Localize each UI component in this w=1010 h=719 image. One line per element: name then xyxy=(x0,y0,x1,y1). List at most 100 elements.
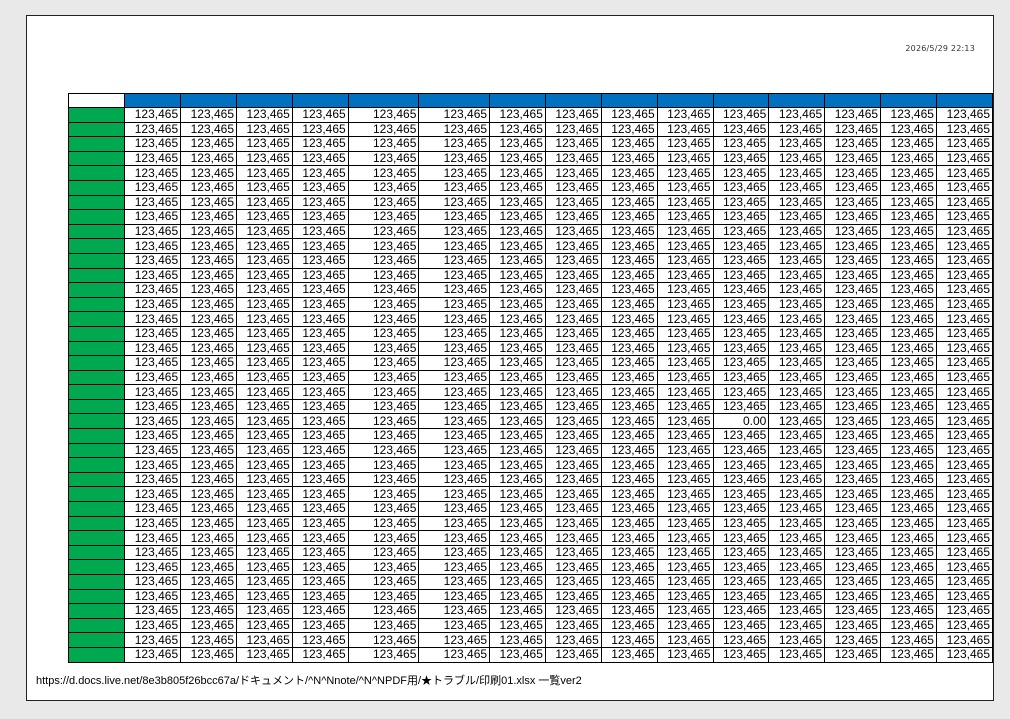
table-cell[interactable]: 123,465 xyxy=(768,282,826,298)
table-cell[interactable]: 123,465 xyxy=(347,530,420,546)
table-cell[interactable]: 123,465 xyxy=(124,501,182,517)
table-cell[interactable]: 123,465 xyxy=(768,501,826,517)
table-cell[interactable]: 123,465 xyxy=(712,179,770,196)
table-cell[interactable]: 123,465 xyxy=(935,238,994,254)
table-cell[interactable]: 123,465 xyxy=(600,646,658,663)
table-cell[interactable]: 123,465 xyxy=(236,325,293,342)
table-cell[interactable]: 123,465 xyxy=(656,282,714,298)
table-cell[interactable]: 123,465 xyxy=(347,311,420,327)
table-cell[interactable]: 123,465 xyxy=(347,646,420,663)
table-cell[interactable]: 123,465 xyxy=(124,209,182,225)
table-cell[interactable]: 123,465 xyxy=(544,574,602,590)
table-cell[interactable]: 123,465 xyxy=(544,384,602,400)
table-cell[interactable]: 123,465 xyxy=(768,457,826,473)
table-cell[interactable]: 123,465 xyxy=(935,223,994,240)
table-cell[interactable]: 123,465 xyxy=(489,530,546,546)
table-cell[interactable]: 123,465 xyxy=(291,442,349,459)
table-cell[interactable]: 123,465 xyxy=(291,588,349,605)
table-cell[interactable]: 123,465 xyxy=(291,121,349,138)
table-cell[interactable]: 123,465 xyxy=(236,428,293,444)
table-cell[interactable]: 123,465 xyxy=(600,530,658,546)
table-cell[interactable]: 123,465 xyxy=(824,107,882,123)
table-cell[interactable]: 123,465 xyxy=(656,457,714,473)
table-cell[interactable]: 123,465 xyxy=(880,398,937,415)
table-cell[interactable]: 123,465 xyxy=(824,223,882,240)
table-cell[interactable]: 123,465 xyxy=(124,296,182,313)
table-cell[interactable]: 123,465 xyxy=(768,442,826,459)
table-cell[interactable]: 123,465 xyxy=(489,282,546,298)
table-cell[interactable]: 123,465 xyxy=(236,194,293,211)
table-cell[interactable]: 123,465 xyxy=(236,282,293,298)
table-cell[interactable]: 123,465 xyxy=(236,588,293,605)
table-cell[interactable]: 123,465 xyxy=(347,501,420,517)
table-cell[interactable]: 123,465 xyxy=(656,603,714,619)
table-cell[interactable]: 123,465 xyxy=(600,384,658,400)
table-cell[interactable]: 123,465 xyxy=(768,486,826,503)
table-cell[interactable]: 123,465 xyxy=(712,150,770,167)
table-cell[interactable]: 123,465 xyxy=(880,121,937,138)
table-cell[interactable]: 123,465 xyxy=(880,223,937,240)
table-cell[interactable]: 123,465 xyxy=(347,282,420,298)
table-cell[interactable]: 123,465 xyxy=(824,209,882,225)
table-cell[interactable]: 123,465 xyxy=(712,340,770,357)
table-cell[interactable]: 123,465 xyxy=(418,559,491,575)
table-cell[interactable]: 123,465 xyxy=(768,209,826,225)
table-cell[interactable]: 123,465 xyxy=(880,544,937,561)
table-cell[interactable]: 123,465 xyxy=(291,282,349,298)
table-cell[interactable]: 123,465 xyxy=(291,632,349,648)
table-cell[interactable]: 123,465 xyxy=(489,136,546,152)
table-cell[interactable]: 123,465 xyxy=(418,442,491,459)
table-cell[interactable]: 123,465 xyxy=(880,311,937,327)
table-cell[interactable]: 123,465 xyxy=(656,165,714,181)
table-cell[interactable]: 123,465 xyxy=(180,413,237,430)
table-cell[interactable]: 123,465 xyxy=(600,121,658,138)
table-cell[interactable]: 123,465 xyxy=(544,588,602,605)
table-cell[interactable]: 123,465 xyxy=(489,311,546,327)
table-cell[interactable]: 123,465 xyxy=(656,486,714,503)
table-cell[interactable]: 123,465 xyxy=(600,588,658,605)
table-cell[interactable]: 123,465 xyxy=(489,150,546,167)
table-cell[interactable]: 123,465 xyxy=(600,442,658,459)
table-cell[interactable]: 123,465 xyxy=(600,267,658,284)
table-cell[interactable]: 123,465 xyxy=(935,559,994,575)
table-cell[interactable]: 123,465 xyxy=(291,238,349,254)
table-cell[interactable]: 123,465 xyxy=(544,515,602,532)
table-cell[interactable]: 123,465 xyxy=(347,136,420,152)
table-cell[interactable]: 123,465 xyxy=(236,267,293,284)
table-cell[interactable]: 123,465 xyxy=(418,515,491,532)
table-cell[interactable]: 123,465 xyxy=(880,340,937,357)
table-cell[interactable]: 123,465 xyxy=(418,632,491,648)
table-cell[interactable]: 123,465 xyxy=(712,428,770,444)
table-cell[interactable]: 123,465 xyxy=(291,413,349,430)
table-cell[interactable]: 123,465 xyxy=(935,282,994,298)
table-cell[interactable]: 123,465 xyxy=(489,107,546,123)
table-cell[interactable]: 123,465 xyxy=(347,384,420,400)
table-cell[interactable]: 123,465 xyxy=(291,501,349,517)
table-cell[interactable]: 123,465 xyxy=(600,296,658,313)
table-cell[interactable]: 123,465 xyxy=(236,340,293,357)
table-cell[interactable]: 123,465 xyxy=(656,544,714,561)
table-cell[interactable]: 123,465 xyxy=(656,369,714,386)
table-cell[interactable]: 123,465 xyxy=(236,646,293,663)
table-cell[interactable]: 123,465 xyxy=(935,165,994,181)
table-cell[interactable]: 123,465 xyxy=(544,501,602,517)
table-cell[interactable]: 123,465 xyxy=(600,340,658,357)
table-cell[interactable]: 123,465 xyxy=(236,223,293,240)
table-cell[interactable]: 123,465 xyxy=(712,646,770,663)
table-cell[interactable]: 123,465 xyxy=(880,194,937,211)
table-cell[interactable]: 123,465 xyxy=(712,252,770,269)
table-cell[interactable]: 123,465 xyxy=(291,384,349,400)
table-cell[interactable]: 123,465 xyxy=(291,136,349,152)
table-cell[interactable]: 123,465 xyxy=(124,194,182,211)
table-cell[interactable]: 123,465 xyxy=(180,646,237,663)
table-cell[interactable]: 123,465 xyxy=(236,471,293,488)
table-cell[interactable]: 123,465 xyxy=(180,296,237,313)
table-cell[interactable]: 123,465 xyxy=(236,209,293,225)
table-cell[interactable]: 123,465 xyxy=(236,632,293,648)
table-cell[interactable]: 123,465 xyxy=(291,311,349,327)
table-cell[interactable]: 123,465 xyxy=(124,530,182,546)
table-cell[interactable]: 123,465 xyxy=(768,325,826,342)
table-cell[interactable]: 123,465 xyxy=(418,121,491,138)
table-cell[interactable]: 123,465 xyxy=(935,530,994,546)
table-cell[interactable]: 123,465 xyxy=(656,107,714,123)
